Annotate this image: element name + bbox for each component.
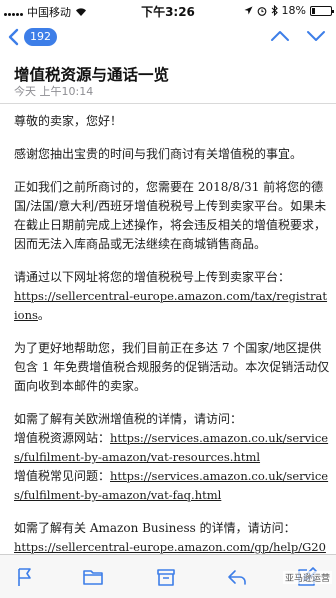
location-icon bbox=[244, 6, 253, 15]
back-chevron-icon[interactable] bbox=[6, 28, 20, 46]
vat-resources-line: 增值税资源网站：https://services.amazon.co.uk/se… bbox=[14, 429, 330, 467]
battery-icon bbox=[310, 5, 334, 16]
amazon-business-intro: 如需了解有关 Amazon Business 的详情，请访问： bbox=[14, 519, 330, 538]
vat-resources-label: 增值税资源网站： bbox=[14, 431, 111, 445]
reply-icon[interactable] bbox=[226, 566, 248, 588]
header-divider bbox=[0, 103, 336, 104]
vat-faq-label: 增值税常见问题： bbox=[14, 469, 111, 483]
email-subject: 增值税资源与通话一览 bbox=[14, 66, 170, 84]
archive-icon[interactable] bbox=[155, 566, 177, 588]
business-text-b: 的详情，请访问： bbox=[195, 521, 296, 535]
chevron-down-icon[interactable] bbox=[306, 29, 326, 43]
deadline-date: 2018/8/31 bbox=[197, 180, 260, 194]
vat-faq-line: 增值税常见问题：https://services.amazon.co.uk/se… bbox=[14, 467, 330, 505]
watermark: 亚马逊运营 bbox=[282, 571, 332, 584]
promo-text-a: 为了更好地帮助您，我们目前正在多达 bbox=[14, 341, 222, 355]
thanks-paragraph: 感谢您抽出宝贵的时间与我们商讨有关增值税的事宜。 bbox=[14, 147, 303, 161]
status-bar: 中国移动 下午3:26 18% bbox=[0, 0, 336, 20]
email-date: 今天 上午10:14 bbox=[14, 85, 94, 98]
email-body: 尊敬的卖家，您好！ 感谢您抽出宝贵的时间与我们商讨有关增值税的事宜。 正如我们之… bbox=[14, 112, 330, 590]
upload-link-line: https://sellercentral-europe.amazon.com/… bbox=[14, 287, 330, 325]
deadline-paragraph: 正如我们之前所商讨的，您需要在 2018/8/31 前将您的德国/法国/意大利/… bbox=[14, 178, 330, 254]
battery-percent: 18% bbox=[281, 4, 306, 17]
greeting: 尊敬的卖家，您好！ bbox=[14, 114, 123, 128]
flag-icon[interactable] bbox=[14, 566, 36, 588]
bottom-toolbar: 亚马逊运营 bbox=[0, 554, 336, 598]
status-right: 18% bbox=[244, 4, 334, 17]
business-text-a: 如需了解有关 bbox=[14, 521, 90, 535]
link-suffix: 。 bbox=[37, 308, 50, 322]
back-count-badge[interactable]: 192 bbox=[24, 28, 57, 46]
upload-instruction: 请通过以下网址将您的增值税税号上传到卖家平台： bbox=[14, 270, 291, 284]
vat-info-intro: 如需了解有关欧洲增值税的详情，请访问： bbox=[14, 412, 243, 426]
nav-bar: 192 bbox=[0, 20, 336, 54]
chevron-up-icon[interactable] bbox=[270, 29, 290, 43]
business-brand: Amazon Business bbox=[89, 521, 196, 535]
tax-registrations-link[interactable]: https://sellercentral-europe.amazon.com/… bbox=[14, 289, 327, 322]
bluetooth-icon bbox=[271, 5, 278, 16]
battery-level bbox=[312, 7, 315, 14]
alarm-icon bbox=[257, 6, 266, 16]
folder-icon[interactable] bbox=[82, 566, 104, 588]
promotion-paragraph: 为了更好地帮助您，我们目前正在多达 7 个国家/地区提供包含 1 年免费增值税合… bbox=[14, 339, 330, 396]
deadline-text-a: 正如我们之前所商讨的，您需要在 bbox=[14, 180, 198, 194]
promo-text-c: 年免费增值税合规服务的促销活动。本次促销活动仅面向收到本邮件的卖家。 bbox=[14, 360, 330, 393]
